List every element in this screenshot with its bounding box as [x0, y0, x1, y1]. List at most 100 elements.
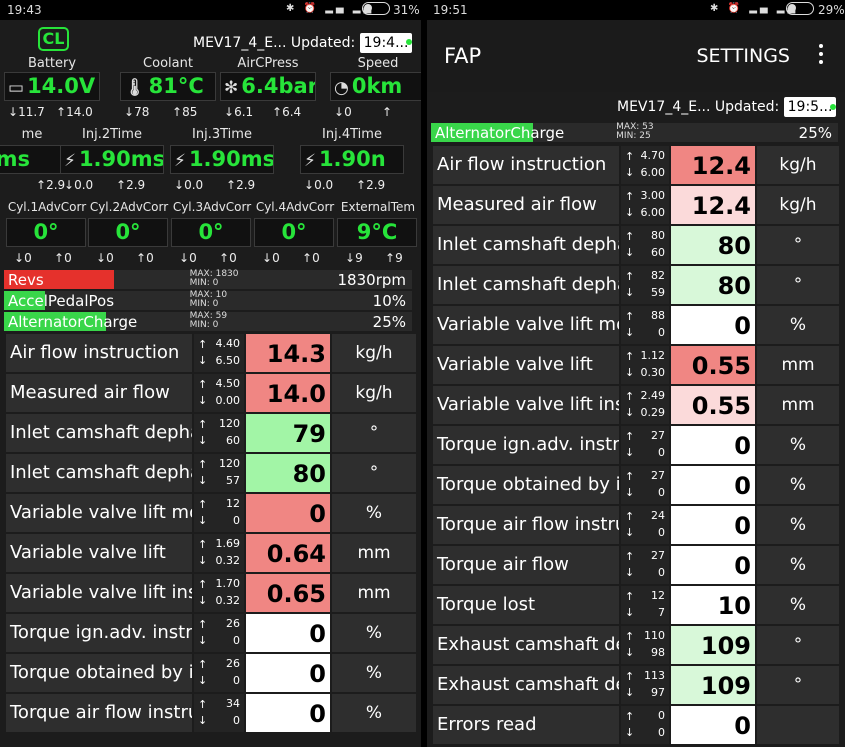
table-row[interactable]: Measured air flow ↑ 3.00 ↓ 6.00 12.4 kg/h — [433, 186, 839, 224]
table-row[interactable]: Variable valve lift instruction ↑ 2.49 ↓ 0.2… — [433, 386, 839, 424]
table-row[interactable]: Torque air flow instruction ↑ 34 ↓ 00% — [6, 694, 416, 732]
gauge-label: ExternalTem — [340, 200, 416, 214]
gauge-min-value: 11.7 — [18, 105, 45, 119]
min-arrow: ↓ — [625, 246, 635, 259]
gauge-value-box[interactable]: ▭ 14.0V — [4, 72, 100, 101]
table-row[interactable]: Variable valve lift instruction ↑ 1.70 ↓ 0.3… — [6, 574, 416, 612]
table-row[interactable]: Torque obtained by ign ↑ 27 ↓ 00% — [433, 466, 839, 504]
row-max: 80 — [651, 229, 665, 242]
row-label: Torque air flow — [433, 546, 619, 584]
table-row[interactable]: Torque air flow instruction ↑ 24 ↓ 00% — [433, 506, 839, 544]
gauge-value-box[interactable]: ◔ 0km — [330, 72, 421, 101]
row-minmax: ↑ 80 ↓ 60 — [621, 226, 669, 264]
row-minmax: ↑ 27 ↓ 0 — [621, 426, 669, 464]
min-arrow: ↓ — [625, 406, 635, 419]
more-options-icon[interactable] — [819, 44, 825, 68]
battery-status-icon — [362, 2, 390, 15]
table-row[interactable]: Air flow instruction ↑ 4.40 ↓ 6.50 14.3 kg/h — [6, 334, 416, 372]
row-unit: kg/h — [332, 334, 416, 372]
row-max: 4.70 — [640, 149, 666, 162]
table-row[interactable]: Inlet camshaft dephasing ↑ 120 ↓ 60 79° — [6, 414, 416, 452]
gauge-value-box[interactable]: ⚡ 1.90ms — [170, 145, 274, 174]
gauge-max: ↑9 — [385, 251, 403, 265]
gauge-max-value: 0 — [312, 251, 320, 265]
row-max: 4.50 — [215, 377, 241, 390]
min-arrow: ↓ — [198, 714, 208, 727]
table-row[interactable]: Variable valve lift ↑ 1.69 ↓ 0.32 0.64 mm — [6, 534, 416, 572]
table-row[interactable]: Inlet camshaft dephasing ↑ 82 ↓ 59 80° — [433, 266, 839, 304]
table-row[interactable]: Variable valve lift ↑ 1.12 ↓ 0.30 0.55 mm — [433, 346, 839, 384]
settings-button[interactable]: SETTINGS — [696, 45, 790, 67]
table-row[interactable]: Air flow instruction ↑ 4.70 ↓ 6.00 12.4 kg/h — [433, 146, 839, 184]
row-max: 34 — [226, 697, 240, 710]
gauge-min: ↓78 — [124, 105, 150, 119]
gauge-value: 81°C — [148, 74, 204, 98]
row-minmax: ↑ 82 ↓ 59 — [621, 266, 669, 304]
gauge-value-box[interactable]: ✻ 6.4bar — [220, 72, 316, 101]
max-arrow: ↑ — [198, 538, 208, 551]
row-unit: % — [332, 494, 416, 532]
table-row[interactable]: Measured air flow ↑ 4.50 ↓ 0.00 14.0 kg/h — [6, 374, 416, 412]
row-unit: % — [757, 506, 839, 544]
row-minmax: ↑ 120 ↓ 60 — [194, 414, 244, 452]
gauge-value: 14.0V — [27, 74, 96, 98]
row-label: Measured air flow — [6, 374, 192, 412]
row-minmax: ↑ 12 ↓ 7 — [621, 586, 669, 624]
connection-indicator — [406, 39, 412, 45]
gauge-value-box[interactable]: 0° — [88, 218, 168, 247]
row-minmax: ↑ 88 ↓ 0 — [621, 306, 669, 344]
min-arrow: ↓ — [198, 354, 208, 367]
status-bar: 19:51 ✱ ⏰ ▂▄ ▂▄ 29% — [427, 0, 845, 20]
row-minmax: ↑ 120 ↓ 57 — [194, 454, 244, 492]
table-row[interactable]: Exhaust camshaft dephasing ↑ 113 ↓ 97 109° — [433, 666, 839, 704]
row-value: 0.55 — [671, 386, 755, 424]
row-label: Inlet camshaft dephasing — [433, 226, 619, 264]
progress-bar-range: MAX: 10 MIN: 0 — [190, 291, 227, 309]
row-unit: mm — [332, 534, 416, 572]
max-arrow: ↑ — [625, 150, 635, 163]
table-row[interactable]: Torque ign.adv. instruction ↑ 26 ↓ 00% — [6, 614, 416, 652]
table-row[interactable]: Exhaust camshaft dephasing ↑ 110 ↓ 98 109° — [433, 626, 839, 664]
table-row[interactable]: Torque ign.adv. instruction ↑ 27 ↓ 00% — [433, 426, 839, 464]
row-minmax: ↑ 26 ↓ 0 — [194, 654, 244, 692]
status-bar: 19:43 ✱ ⏰ ▂▄ ▂▄ 31% — [0, 0, 421, 20]
table-row[interactable]: Inlet camshaft dephasing↑80↓6080° — [433, 226, 839, 264]
gauge-value-box[interactable]: 0° — [171, 218, 251, 247]
row-label: Variable valve lift mode — [433, 306, 619, 344]
row-min: 57 — [226, 474, 240, 487]
gauge-value-box[interactable]: 🌡 81°C — [120, 72, 216, 101]
table-row[interactable]: Variable valve lift mode ↑ 12 ↓ 00% — [6, 494, 416, 532]
gauge-min: ↓9 — [345, 251, 363, 265]
gauge-value-box[interactable]: 0° — [254, 218, 334, 247]
row-value: 109 — [671, 626, 755, 664]
max-arrow: ↑ — [625, 190, 635, 203]
row-max: 1.70 — [215, 577, 241, 590]
app-title: FAP — [444, 44, 482, 68]
gauge-max-value: 0 — [64, 251, 72, 265]
row-max: 4.40 — [215, 337, 241, 350]
gauge-max: ↑0 — [302, 251, 320, 265]
left-screen: 19:43 ✱ ⏰ ▂▄ ▂▄ 31% CL MEV17_4_E... Upda… — [0, 0, 421, 747]
max-arrow: ↑ — [198, 338, 208, 351]
gauge-value-box[interactable]: 0° — [6, 218, 86, 247]
row-minmax: ↑ 4.70 ↓ 6.00 — [621, 146, 669, 184]
row-minmax: ↑ 26 ↓ 0 — [194, 614, 244, 652]
gauge-value-box[interactable]: ⚡ 1.90n — [300, 145, 404, 174]
gauge-value-box[interactable]: 9°C — [337, 218, 417, 247]
max-arrow: ↑ — [625, 230, 635, 243]
progress-bar-range: MAX: 59 MIN: 0 — [190, 312, 227, 330]
gauge-max-value: 2.9 — [236, 178, 256, 192]
gauge-value-box[interactable]: ⚡ 1.90ms — [60, 145, 164, 174]
table-row[interactable]: Variable valve lift mode ↑ 88 ↓ 00% — [433, 306, 839, 344]
ecu-name: MEV17_4_E... — [617, 99, 711, 115]
table-row[interactable]: Inlet camshaft dephasing ↑ 120 ↓ 57 80° — [6, 454, 416, 492]
table-row[interactable]: Torque lost ↑ 12 ↓ 7 10% — [433, 586, 839, 624]
table-row[interactable]: Torque obtained by ign ↑ 26 ↓ 00% — [6, 654, 416, 692]
status-time: 19:51 — [433, 3, 468, 17]
updated-label: Updated: — [290, 35, 356, 51]
table-row[interactable]: Errors read ↑ 0 ↓ 0 0 — [433, 706, 839, 744]
closed-loop-badge[interactable]: CL — [38, 27, 69, 51]
row-min: 97 — [651, 686, 665, 699]
min-arrow: ↓ — [625, 286, 635, 299]
table-row[interactable]: Torque air flow ↑ 27 ↓ 0 0% — [433, 546, 839, 584]
